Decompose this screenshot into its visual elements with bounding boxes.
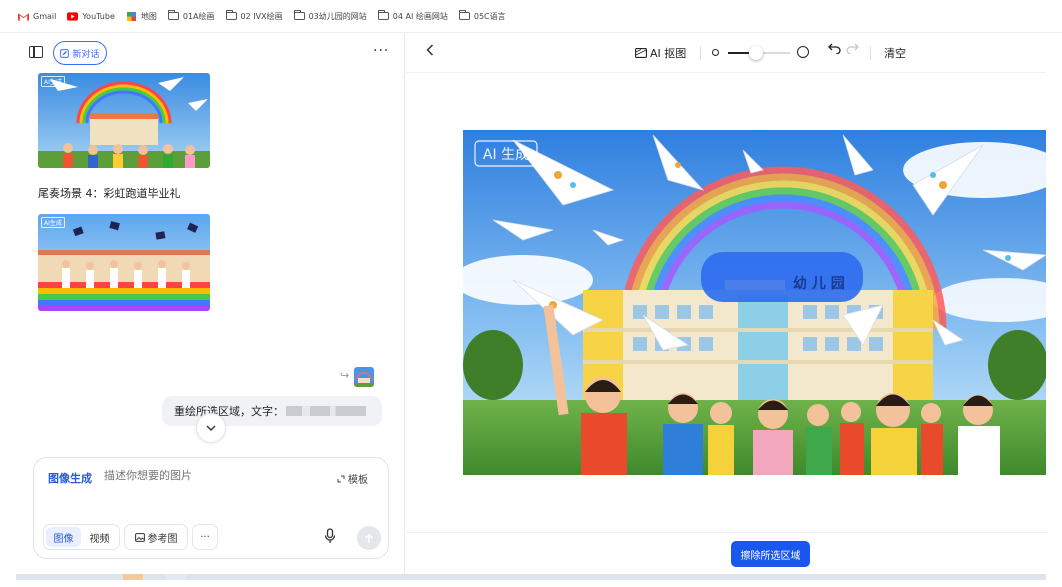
reference-label: 参考图 (147, 533, 178, 545)
taskbar-item[interactable] (123, 574, 143, 580)
chat-panel: 新对话 ··· AI生成 尾奏场景 4：彩虹跑道毕业礼 AI生成 ↪ 重绘所选区… (16, 33, 405, 574)
redo-button[interactable] (846, 43, 859, 58)
reference-arrow-icon: ↪ (340, 369, 350, 382)
bookmark-folder-3[interactable]: 03幼儿园的网站 (293, 10, 367, 22)
bookmarks-bar: Gmail YouTube 地图 01A绘画 02 IVX绘画 03幼儿园的网站… (0, 0, 1062, 33)
bookmark-folder-1[interactable]: 01A绘画 (167, 10, 215, 22)
editor-toolbar: AI 抠图 清空 (406, 33, 1046, 73)
bookmark-label: YouTube (82, 11, 115, 21)
bookmark-folder-4[interactable]: 04 AI 绘画网站 (377, 10, 448, 22)
ai-cutout-button[interactable]: AI 抠图 (635, 45, 686, 61)
bookmark-label: 02 IVX绘画 (240, 11, 283, 21)
bookmark-label: 地图 (140, 11, 157, 21)
back-button[interactable] (426, 44, 434, 60)
ai-watermark: AI 生成 (483, 147, 529, 163)
more-tools-button[interactable]: ··· (192, 524, 218, 550)
slider-handle[interactable] (748, 46, 763, 60)
bookmark-youtube[interactable]: YouTube (67, 12, 115, 21)
chat-header: 新对话 ··· (16, 33, 404, 73)
bookmark-gmail[interactable]: Gmail (18, 12, 56, 21)
brush-small-icon (712, 49, 719, 56)
bookmark-folder-5[interactable]: 05C语言 (458, 10, 506, 22)
redo-icon (846, 43, 859, 55)
footer-divider (406, 532, 1046, 533)
edit-icon (60, 48, 70, 58)
microphone-icon[interactable] (324, 528, 336, 544)
bookmark-label: 04 AI 绘画网站 (392, 11, 448, 21)
bookmark-label: Gmail (33, 11, 57, 21)
banner-text: 幼 儿 园 (793, 275, 845, 292)
bookmark-maps[interactable]: 地图 (126, 11, 157, 22)
cutout-icon (635, 48, 647, 58)
image-editor-panel: AI 抠图 清空 幼 儿 园 AI 生成 擦除所选区域 (406, 33, 1046, 574)
scene-caption: 尾奏场景 4：彩虹跑道毕业礼 (38, 187, 181, 200)
generated-image-thumbnail[interactable]: AI生成 (38, 214, 210, 311)
ai-cutout-label: AI 抠图 (650, 47, 687, 60)
maps-icon (126, 11, 136, 21)
gmail-icon (18, 12, 29, 21)
sidebar-toggle-icon[interactable] (29, 46, 43, 58)
taskbar-strip (16, 574, 1046, 580)
image-icon (134, 532, 145, 542)
user-message-bubble: 重绘所选区域，文字： (162, 396, 382, 426)
erase-selected-area-button[interactable]: 擦除所选区域 (731, 541, 810, 567)
undo-button[interactable] (828, 43, 841, 58)
bookmark-label: 03幼儿园的网站 (308, 11, 367, 21)
undo-icon (828, 43, 841, 55)
reference-image-button[interactable]: 参考图 (124, 524, 188, 550)
youtube-icon (67, 11, 79, 21)
template-button[interactable]: 模板 (337, 471, 368, 486)
bookmark-folder-2[interactable]: 02 IVX绘画 (225, 10, 283, 22)
prompt-composer: 图像生成 模板 图像 视频 参考图 ··· (33, 457, 389, 559)
tab-video[interactable]: 视频 (82, 527, 117, 547)
editing-canvas-image[interactable]: 幼 儿 园 AI 生成 (463, 130, 1046, 475)
new-chat-button[interactable]: 新对话 (53, 41, 107, 65)
brush-large-icon (797, 46, 809, 58)
generated-image: 幼 儿 园 AI 生成 (463, 130, 1046, 475)
thumbnail-image (38, 73, 210, 168)
scroll-to-bottom-button[interactable] (196, 413, 226, 443)
generated-image-thumbnail[interactable]: AI生成 (38, 73, 210, 168)
reference-image (354, 367, 374, 387)
chevron-left-icon (426, 44, 434, 56)
ai-generated-tag: AI生成 (41, 76, 65, 87)
toolbar-divider (870, 46, 871, 60)
folder-icon (167, 10, 179, 20)
template-label: 模板 (348, 475, 368, 486)
arrow-up-icon (364, 532, 374, 543)
toolbar-divider (700, 46, 701, 60)
chevron-down-icon (206, 425, 216, 431)
folder-icon (293, 10, 305, 20)
folder-icon (458, 10, 470, 20)
folder-icon (377, 10, 389, 20)
user-message-text: 重绘所选区域，文字： (174, 405, 284, 418)
send-button[interactable] (357, 526, 381, 550)
reference-image-thumbnail[interactable] (354, 367, 374, 387)
taskbar-item[interactable] (166, 574, 186, 580)
mode-label[interactable]: 图像生成 (48, 470, 92, 486)
expand-icon (337, 475, 345, 482)
prompt-input[interactable] (104, 469, 304, 482)
more-options-button[interactable]: ··· (373, 43, 389, 59)
redacted-text (286, 406, 366, 416)
clear-button[interactable]: 清空 (884, 45, 906, 61)
ai-generated-tag: AI生成 (41, 217, 65, 228)
new-chat-label: 新对话 (72, 49, 100, 60)
tab-image[interactable]: 图像 (46, 527, 81, 547)
thumbnail-image (38, 214, 210, 311)
bookmark-label: 01A绘画 (182, 11, 215, 21)
brush-size-slider[interactable] (728, 46, 790, 60)
folder-icon (225, 10, 237, 20)
bookmark-label: 05C语言 (473, 11, 506, 21)
